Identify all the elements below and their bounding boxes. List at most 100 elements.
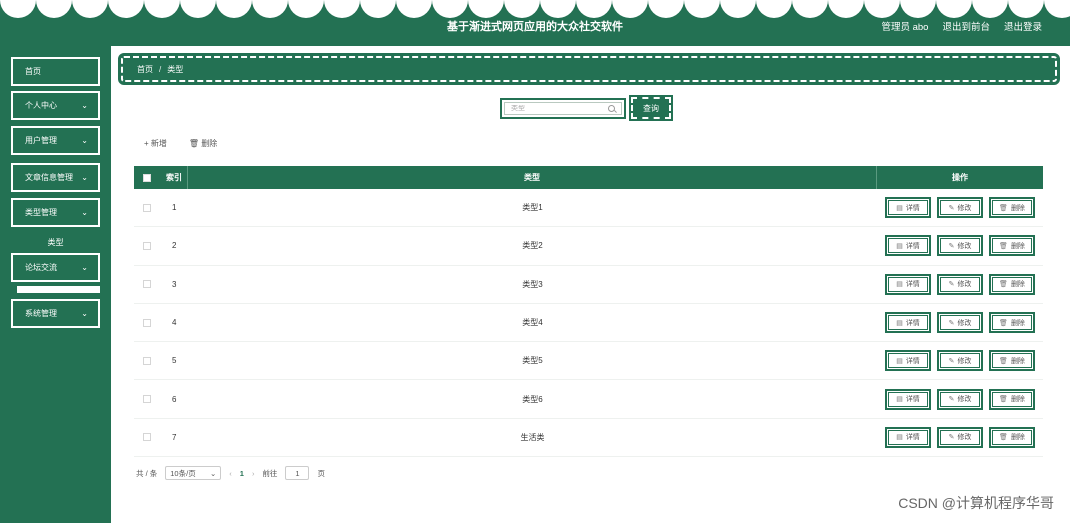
delete-button[interactable]: 🗑︎ 删除	[989, 350, 1035, 372]
sidebar-highlight-bar	[17, 286, 100, 293]
breadcrumb-home[interactable]: 首页	[137, 64, 153, 75]
detail-label: 详情	[905, 396, 920, 404]
sidebar-item-user-management[interactable]: 用户管理 ⌄	[11, 126, 100, 155]
page-size-value: 10条/页	[170, 468, 196, 478]
table-body: 1 类型1 ▤ 详情 ✎ 修改 🗑︎ 删除 2 类型2 ▤ 详情 ✎ 修改 🗑︎ 删除 3 类型3 ▤ 详情 ✎ 修改 🗑︎…	[134, 189, 1043, 458]
detail-label: 详情	[905, 357, 920, 365]
row-index: 5	[172, 356, 177, 366]
scallop-shape	[108, 0, 144, 18]
exit-to-frontend-link[interactable]: 退出到前台	[942, 19, 990, 33]
batch-delete-button[interactable]: 🗑︎ 删除	[189, 138, 217, 149]
scallop-shape	[144, 0, 180, 18]
edit-button[interactable]: ✎ 修改	[937, 426, 983, 448]
submenu-item-type[interactable]: 类型	[0, 237, 111, 248]
edit-button[interactable]: ✎ 修改	[937, 273, 983, 295]
scallop-shape	[576, 0, 612, 18]
scallop-shape	[180, 0, 216, 18]
page-size-select[interactable]: 10条/页 ⌄	[165, 466, 222, 480]
detail-button[interactable]: ▤ 详情	[885, 197, 931, 219]
sidebar-item-home[interactable]: 首页	[11, 57, 100, 86]
delete-button[interactable]: 🗑︎ 删除	[989, 197, 1035, 219]
row-checkbox[interactable]	[143, 203, 151, 212]
row-checkbox[interactable]	[143, 241, 151, 250]
detail-button[interactable]: ▤ 详情	[885, 388, 931, 410]
row-checkbox-cell	[134, 318, 160, 327]
header-links: 管理员 abo 退出到前台 退出登录	[881, 19, 1042, 33]
admin-label: 管理员 abo	[881, 22, 929, 33]
sidebar-item-label: 类型管理	[25, 208, 57, 217]
scallop-shape	[972, 0, 1008, 18]
delete-button[interactable]: 🗑︎ 删除	[989, 426, 1035, 448]
table-row: 5 类型5 ▤ 详情 ✎ 修改 🗑︎ 删除	[134, 342, 1043, 381]
edit-button[interactable]: ✎ 修改	[937, 235, 983, 257]
trash-icon: 🗑︎	[999, 281, 1008, 289]
delete-label: 删除	[1010, 281, 1025, 289]
table-row: 1 类型1 ▤ 详情 ✎ 修改 🗑︎ 删除	[134, 189, 1043, 228]
pencil-icon: ✎	[948, 434, 955, 442]
detail-button[interactable]: ▤ 详情	[885, 235, 931, 257]
row-checkbox[interactable]	[143, 280, 151, 289]
scallop-shape	[684, 0, 720, 18]
edit-button[interactable]: ✎ 修改	[937, 197, 983, 219]
next-page-button[interactable]: ›	[252, 469, 255, 478]
search-box	[500, 98, 626, 119]
scallop-shape	[0, 0, 36, 18]
edit-label: 修改	[957, 357, 972, 365]
edit-label: 修改	[957, 281, 972, 289]
sidebar-item-article-management[interactable]: 文章信息管理 ⌄	[11, 163, 100, 192]
pagination: 共 / 条 10条/页 ⌄ ‹ 1 › 前往 1 页	[136, 466, 325, 480]
sidebar-item-label: 文章信息管理	[25, 173, 73, 182]
row-index: 2	[172, 241, 177, 251]
prev-page-button[interactable]: ‹	[229, 469, 232, 478]
row-actions: ▤ 详情 ✎ 修改 🗑︎ 删除	[877, 312, 1043, 334]
sidebar-item-forum[interactable]: 论坛交流 ⌄	[11, 253, 100, 282]
sidebar-item-label: 用户管理	[25, 136, 57, 145]
delete-button[interactable]: 🗑︎ 删除	[989, 312, 1035, 334]
pencil-icon: ✎	[948, 396, 955, 404]
edit-button[interactable]: ✎ 修改	[937, 388, 983, 410]
delete-label: 删除	[1010, 396, 1025, 404]
query-button[interactable]: 查询	[629, 95, 673, 121]
scallop-shape	[864, 0, 900, 18]
sidebar-item-personal-center[interactable]: 个人中心 ⌄	[11, 91, 100, 120]
detail-label: 详情	[905, 319, 920, 327]
edit-button[interactable]: ✎ 修改	[937, 312, 983, 334]
chevron-down-icon: ⌄	[81, 208, 88, 217]
row-actions: ▤ 详情 ✎ 修改 🗑︎ 删除	[877, 426, 1043, 448]
edit-button[interactable]: ✎ 修改	[937, 350, 983, 372]
row-checkbox[interactable]	[143, 395, 151, 404]
detail-button[interactable]: ▤ 详情	[885, 312, 931, 334]
header-index: 索引	[160, 166, 188, 189]
breadcrumb-separator: /	[159, 64, 162, 74]
goto-prefix: 前往	[262, 468, 278, 478]
sidebar-item-system-management[interactable]: 系统管理 ⌄	[11, 299, 100, 328]
scallop-shape	[432, 0, 468, 18]
add-button[interactable]: + 新增	[144, 138, 167, 149]
header-ops: 操作	[952, 173, 968, 182]
table-row: 4 类型4 ▤ 详情 ✎ 修改 🗑︎ 删除	[134, 304, 1043, 343]
delete-button[interactable]: 🗑︎ 删除	[989, 235, 1035, 257]
current-page-number[interactable]: 1	[240, 469, 244, 478]
total-count: 共 / 条	[136, 468, 158, 478]
select-all-checkbox[interactable]	[143, 173, 151, 182]
row-checkbox[interactable]	[143, 356, 151, 365]
detail-button[interactable]: ▤ 详情	[885, 273, 931, 295]
table-row: 3 类型3 ▤ 详情 ✎ 修改 🗑︎ 删除	[134, 266, 1043, 304]
scallop-shape	[792, 0, 828, 18]
document-icon: ▤	[896, 357, 903, 365]
sidebar-item-type-management[interactable]: 类型管理 ⌄	[11, 198, 100, 227]
trash-icon: 🗑︎	[999, 396, 1008, 404]
detail-button[interactable]: ▤ 详情	[885, 350, 931, 372]
row-checkbox[interactable]	[143, 433, 151, 442]
row-type: 类型2	[522, 241, 543, 251]
goto-page-input[interactable]: 1	[285, 466, 310, 480]
logout-link[interactable]: 退出登录	[1004, 19, 1042, 33]
row-checkbox[interactable]	[143, 318, 151, 327]
delete-button[interactable]: 🗑︎ 删除	[989, 388, 1035, 410]
detail-button[interactable]: ▤ 详情	[885, 426, 931, 448]
detail-label: 详情	[905, 281, 920, 289]
delete-button[interactable]: 🗑︎ 删除	[989, 273, 1035, 295]
edit-label: 修改	[957, 396, 972, 404]
search-input[interactable]	[511, 105, 606, 112]
row-actions: ▤ 详情 ✎ 修改 🗑︎ 删除	[877, 388, 1043, 410]
